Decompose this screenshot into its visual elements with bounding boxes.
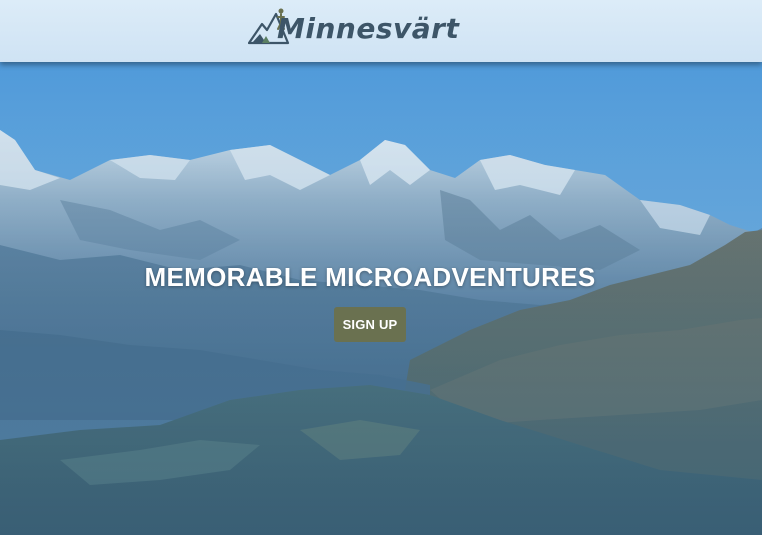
page: Minnesvärt MEMORABLE MICROADVENTURES SIG… (0, 0, 762, 535)
navbar: Minnesvärt (0, 0, 762, 62)
logo-link[interactable]: Minnesvärt (247, 6, 459, 48)
logo-text: Minnesvärt (277, 12, 460, 45)
hero-title: MEMORABLE MICROADVENTURES (144, 262, 596, 292)
hero-content: MEMORABLE MICROADVENTURES SIGN UP (0, 262, 740, 342)
sign-up-button[interactable]: SIGN UP (333, 307, 407, 342)
